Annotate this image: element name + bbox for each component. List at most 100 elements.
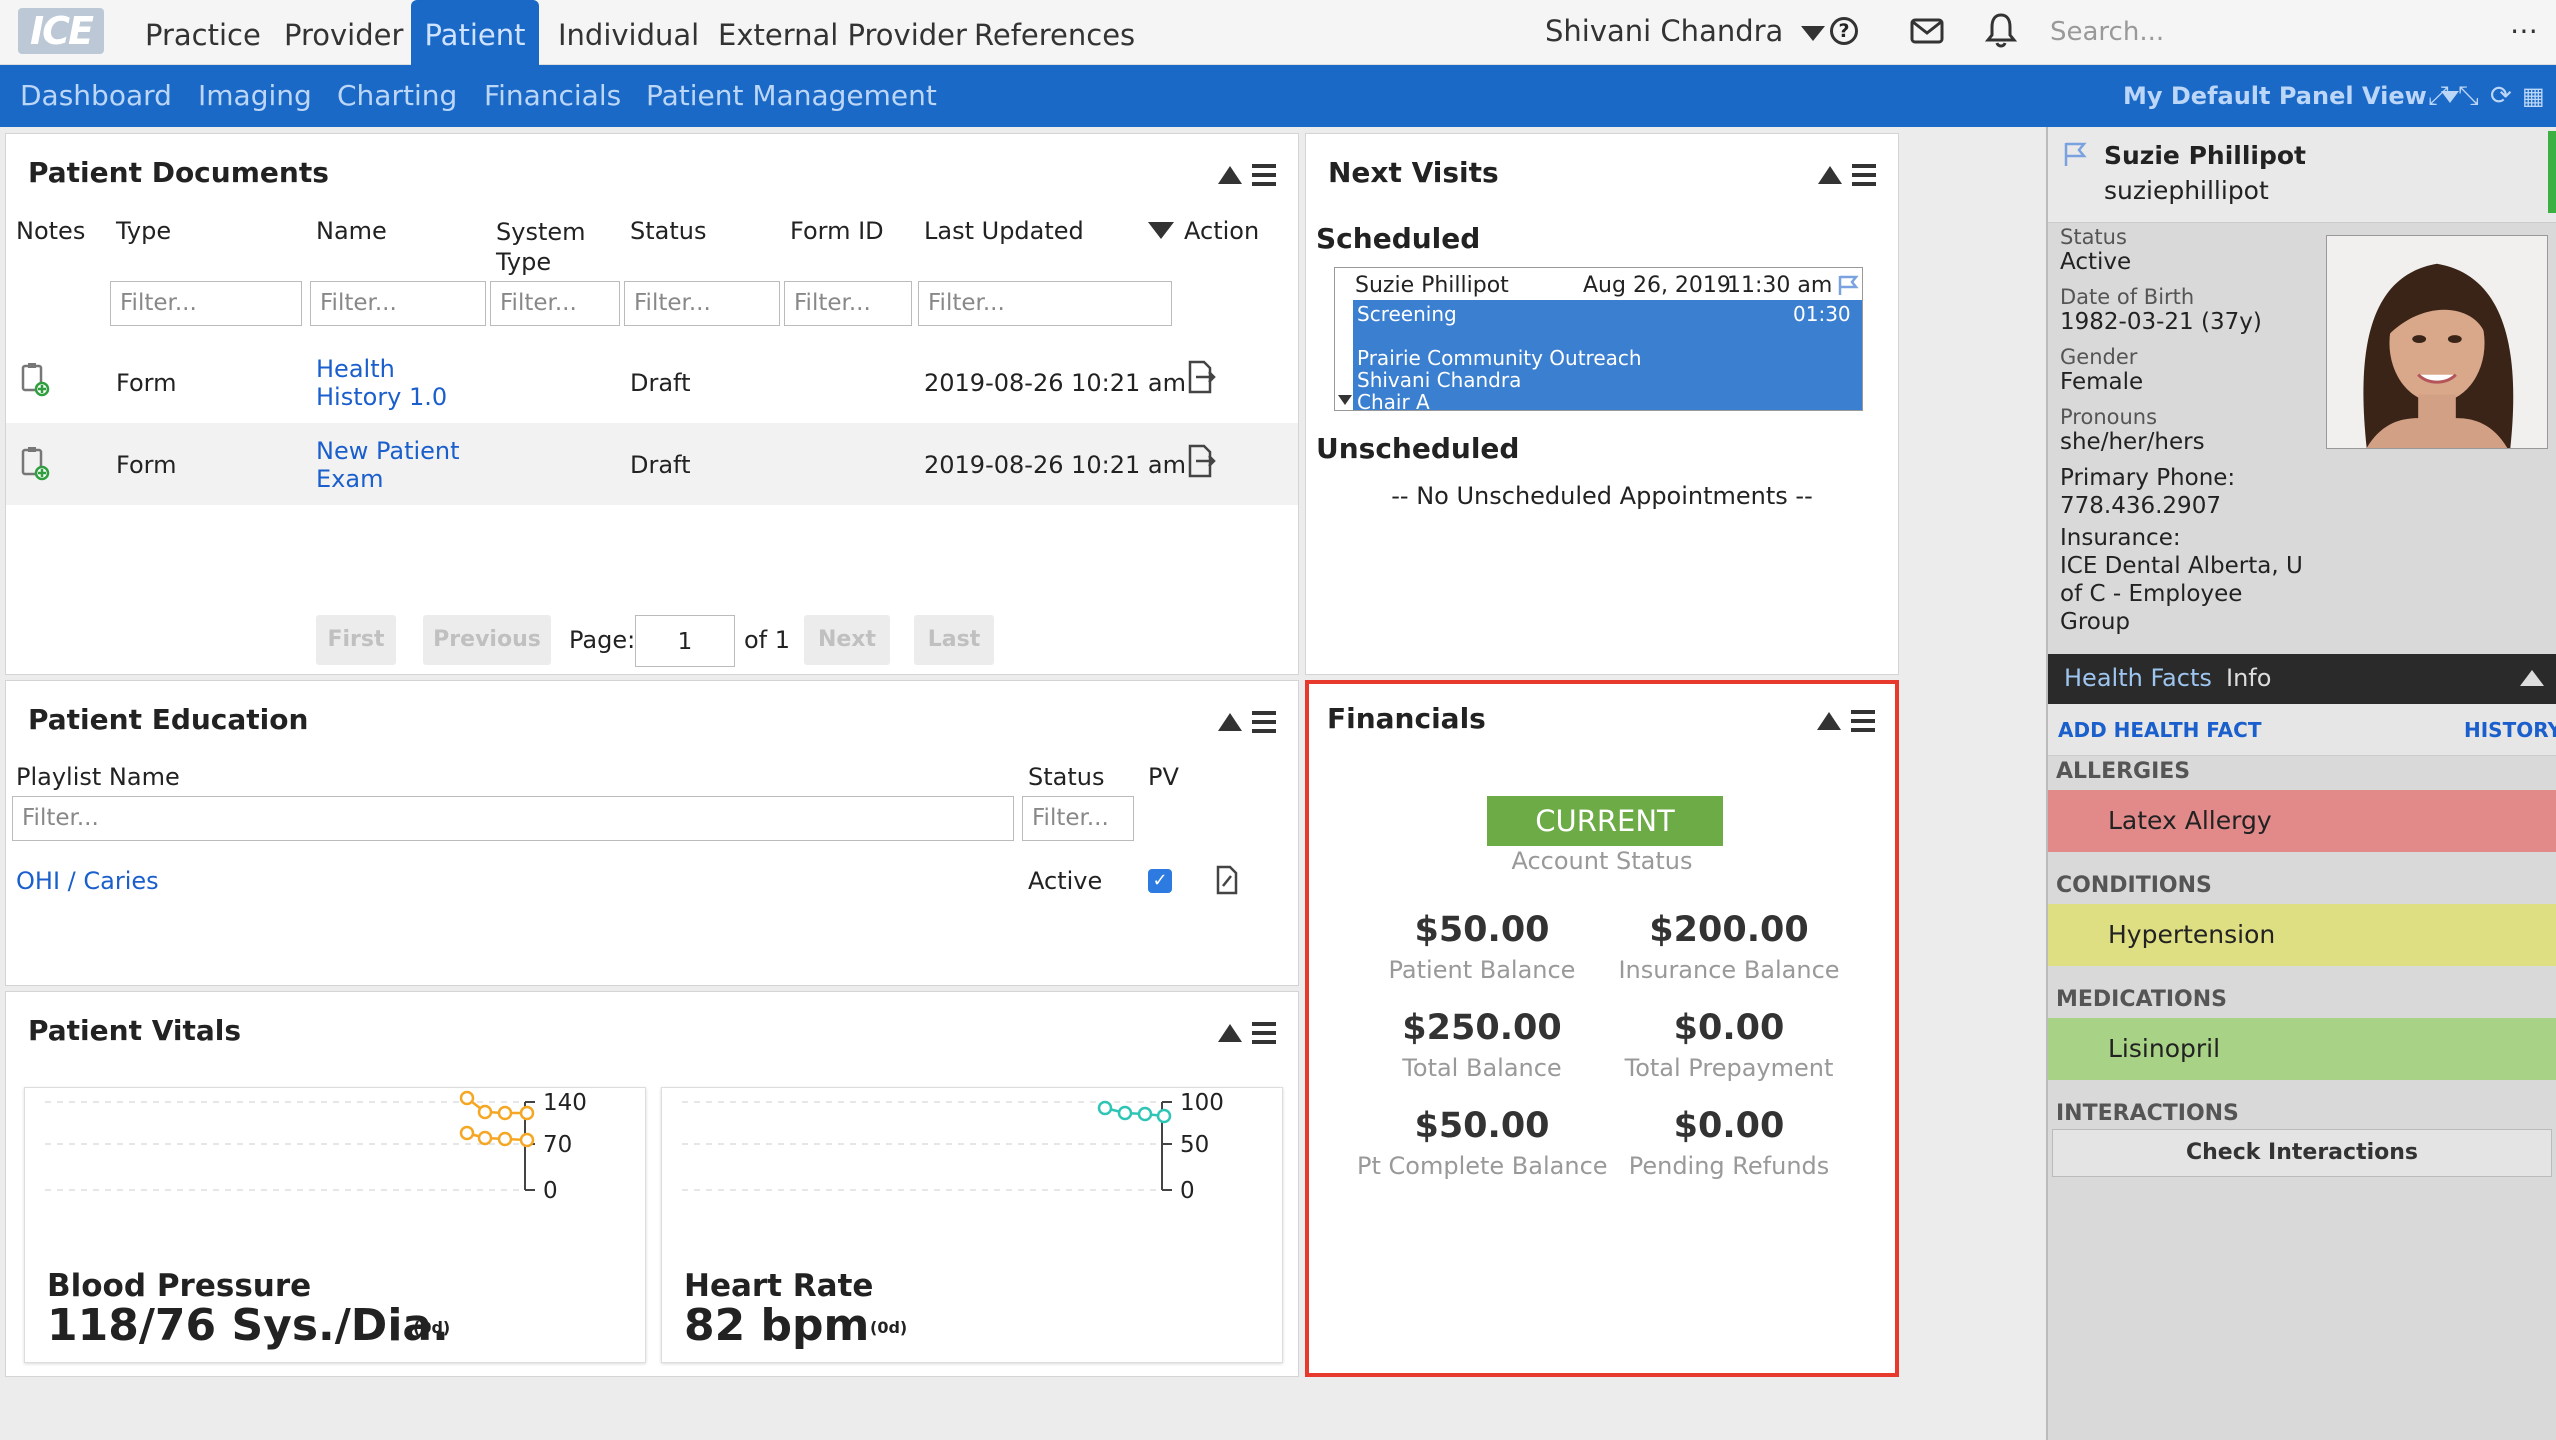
nav-individual[interactable]: Individual	[558, 0, 699, 65]
filter-system-type[interactable]: Filter...	[490, 281, 620, 326]
refresh-icon[interactable]: ⟳	[2490, 65, 2512, 127]
filter-playlist-name[interactable]: Filter...	[12, 796, 1014, 841]
nav-provider[interactable]: Provider	[284, 0, 403, 65]
tab-info[interactable]: Info	[2226, 664, 2271, 692]
medication-item[interactable]: Lisinopril	[2048, 1018, 2556, 1080]
tab-health-facts[interactable]: Health Facts	[2064, 664, 2212, 692]
document-icon[interactable]	[1214, 864, 1240, 896]
nav-practice[interactable]: Practice	[145, 0, 261, 65]
filter-form-id[interactable]: Filter...	[784, 281, 912, 326]
flag-icon[interactable]	[2062, 141, 2090, 167]
menu-icon[interactable]	[1852, 164, 1876, 186]
search-input[interactable]: Search...	[2050, 12, 2470, 52]
insurance-link[interactable]: Group	[2060, 609, 2130, 635]
menu-icon[interactable]	[1252, 1022, 1276, 1044]
nav-references[interactable]: References	[974, 0, 1135, 65]
col-pv[interactable]: PV	[1148, 763, 1179, 791]
form-add-icon[interactable]	[20, 361, 50, 397]
pt-complete-balance-amount: $50.00	[1414, 1106, 1550, 1146]
history-button[interactable]: HISTORY	[2464, 718, 2556, 742]
col-system-type[interactable]: System Type	[496, 217, 596, 277]
document-link[interactable]: Health History 1.0	[316, 355, 456, 411]
condition-item[interactable]: Hypertension	[2048, 904, 2556, 966]
tab-dashboard[interactable]: Dashboard	[20, 65, 172, 127]
panel-controls	[1218, 160, 1278, 192]
menu-icon[interactable]	[1252, 164, 1276, 186]
col-status[interactable]: Status	[1028, 763, 1104, 791]
scroll-down-icon[interactable]	[1338, 395, 1352, 405]
col-action[interactable]: Action	[1184, 217, 1259, 245]
tab-patient-management[interactable]: Patient Management	[646, 65, 937, 127]
user-name: Shivani Chandra	[1545, 14, 1784, 48]
grid-icon[interactable]: ▦	[2522, 65, 2545, 127]
menu-icon[interactable]	[1252, 711, 1276, 733]
table-row: Form New Patient Exam Draft 2019-08-26 1…	[6, 423, 1298, 505]
filter-status[interactable]: Filter...	[624, 281, 780, 326]
playlist-link[interactable]: OHI / Caries	[16, 867, 159, 895]
col-name[interactable]: Name	[316, 217, 387, 245]
bp-tick-mid: 70	[543, 1132, 573, 1158]
col-playlist-name[interactable]: Playlist Name	[16, 763, 180, 791]
check-interactions-button[interactable]: Check Interactions	[2052, 1129, 2552, 1177]
insurance-link[interactable]: ICE Dental Alberta, U	[2060, 553, 2303, 579]
sort-desc-icon[interactable]	[1148, 222, 1174, 239]
expand-icon[interactable]: ⤢	[2428, 65, 2449, 127]
pager-last-button[interactable]: Last	[914, 615, 994, 665]
collapse-arrow-icon[interactable]	[1218, 1024, 1242, 1042]
form-add-icon[interactable]	[20, 445, 50, 481]
filter-type[interactable]: Filter...	[110, 281, 302, 326]
col-type[interactable]: Type	[116, 217, 171, 245]
collapse-arrow-icon[interactable]	[1218, 166, 1242, 184]
collapse-icon[interactable]: ⤡	[2458, 65, 2479, 127]
col-last-updated[interactable]: Last Updated	[924, 217, 1084, 245]
collapse-arrow-icon[interactable]	[1818, 166, 1842, 184]
pager-next-button[interactable]: Next	[804, 615, 890, 665]
bell-icon[interactable]	[1985, 12, 2017, 48]
patient-photo[interactable]	[2326, 235, 2548, 449]
cell-status: Draft	[630, 451, 691, 479]
appointment-details[interactable]: Screening 01:30 Prairie Community Outrea…	[1353, 300, 1862, 410]
appointment-card[interactable]: Suzie Phillipot Aug 26, 2019 11:30 am Sc…	[1334, 267, 1863, 411]
filter-status[interactable]: Filter...	[1022, 796, 1134, 841]
pv-checkbox[interactable]: ✓	[1148, 869, 1172, 893]
unscheduled-heading: Unscheduled	[1316, 432, 1520, 465]
collapse-arrow-icon[interactable]	[2520, 670, 2544, 686]
flag-icon[interactable]	[1837, 274, 1861, 296]
tab-financials[interactable]: Financials	[484, 65, 621, 127]
panel-title: Next Visits	[1328, 156, 1499, 189]
scheduled-heading: Scheduled	[1316, 222, 1481, 255]
pager-previous-button[interactable]: Previous	[423, 615, 551, 665]
appointment-duration: 01:30	[1793, 302, 1851, 326]
col-status[interactable]: Status	[630, 217, 706, 245]
pager-page-input[interactable]: 1	[635, 615, 735, 667]
mail-icon[interactable]	[1910, 18, 1944, 44]
tab-charting[interactable]: Charting	[337, 65, 457, 127]
filter-last-updated[interactable]: Filter...	[918, 281, 1172, 326]
panel-view-select[interactable]: My Default Panel View	[2123, 65, 2460, 127]
document-export-icon[interactable]	[1186, 359, 1218, 395]
field-label: Date of Birth	[2060, 285, 2195, 309]
collapse-arrow-icon[interactable]	[1218, 713, 1242, 731]
allergy-item[interactable]: Latex Allergy	[2048, 790, 2556, 852]
collapse-arrow-icon[interactable]	[1817, 712, 1841, 730]
pager-first-button[interactable]: First	[316, 615, 396, 665]
help-icon[interactable]: ?	[1830, 17, 1858, 45]
total-prepayment-label: Total Prepayment	[1624, 1054, 1834, 1082]
tab-imaging[interactable]: Imaging	[198, 65, 312, 127]
nav-external-provider[interactable]: External Provider	[718, 0, 967, 65]
pager-of-label: of 1	[744, 626, 791, 654]
user-menu[interactable]: Shivani Chandra	[1545, 0, 1825, 65]
document-export-icon[interactable]	[1186, 443, 1218, 479]
col-notes[interactable]: Notes	[16, 217, 85, 245]
document-link[interactable]: New Patient Exam	[316, 437, 476, 493]
menu-icon[interactable]	[1851, 710, 1875, 732]
ice-logo[interactable]: ICE	[18, 8, 104, 54]
more-icon[interactable]: ⋯	[2510, 14, 2538, 47]
blood-pressure-card[interactable]: 140 70 0 Blood Pressure 118/76 Sys./Dia.…	[24, 1087, 646, 1363]
add-health-fact-button[interactable]: ADD HEALTH FACT	[2058, 718, 2261, 742]
nav-patient[interactable]: Patient	[411, 0, 539, 65]
col-form-id[interactable]: Form ID	[790, 217, 884, 245]
insurance-link[interactable]: of C - Employee	[2060, 581, 2242, 607]
filter-name[interactable]: Filter...	[310, 281, 486, 326]
heart-rate-card[interactable]: 100 50 0 Heart Rate 82 bpm (0d)	[661, 1087, 1283, 1363]
